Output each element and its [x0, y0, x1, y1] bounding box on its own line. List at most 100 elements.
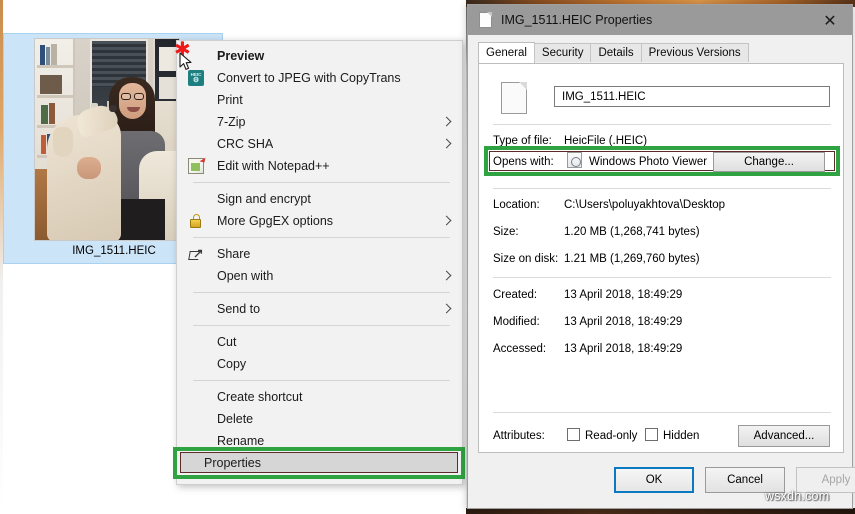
dialog-title-bar[interactable]: IMG_1511.HEIC Properties ✕: [468, 5, 852, 35]
menu-item-print[interactable]: Print: [177, 89, 462, 111]
hidden-label: Hidden: [663, 430, 699, 442]
file-name-value: IMG_1511.HEIC: [562, 91, 646, 103]
menu-item-label: Share: [217, 247, 250, 261]
hidden-checkbox[interactable]: [645, 428, 658, 441]
menu-item-edit-with-notepadpp[interactable]: Edit with Notepad++: [177, 155, 462, 177]
created-value: 13 April 2018, 18:49:29: [564, 289, 682, 301]
menu-item-preview[interactable]: Preview: [177, 45, 462, 67]
menu-item-label: More GpgEX options: [217, 214, 333, 228]
menu-item-label: Send to: [217, 302, 260, 316]
menu-item-sign-and-encrypt[interactable]: Sign and encrypt: [177, 188, 462, 210]
menu-item-label: Sign and encrypt: [217, 192, 311, 206]
photo-glasses-left: [121, 93, 131, 100]
menu-item-label: 7-Zip: [217, 115, 245, 129]
tab-label: Security: [542, 47, 584, 59]
size-label: Size:: [493, 226, 519, 238]
menu-item-label: Cut: [217, 335, 236, 349]
dialog-tab-strip: General Security Details Previous Versio…: [468, 43, 852, 62]
menu-item-7-zip[interactable]: 7-Zip: [177, 111, 462, 133]
location-label: Location:: [493, 199, 540, 211]
advanced-button[interactable]: Advanced...: [738, 425, 830, 447]
menu-item-crc-sha[interactable]: CRC SHA: [177, 133, 462, 155]
menu-item-label: Create shortcut: [217, 390, 302, 404]
readonly-label: Read-only: [585, 430, 637, 442]
menu-item-copy[interactable]: Copy: [177, 353, 462, 375]
menu-item-send-to[interactable]: Send to: [177, 298, 462, 320]
divider: [493, 124, 831, 125]
context-menu: Preview HEIC ⚙ Convert to JPEG with Copy…: [176, 40, 463, 485]
location-value: C:\Users\poluyakhtova\Desktop: [564, 199, 725, 211]
chevron-right-icon: [442, 117, 452, 127]
modified-value: 13 April 2018, 18:49:29: [564, 316, 682, 328]
photo-book-7: [41, 135, 46, 154]
menu-item-delete[interactable]: Delete: [177, 408, 462, 430]
menu-item-label: Open with: [217, 269, 273, 283]
menu-item-label: Rename: [217, 434, 264, 448]
readonly-checkbox[interactable]: [567, 428, 580, 441]
photo-dog-ear: [53, 127, 73, 157]
apply-button-label: Apply: [822, 474, 851, 486]
tab-details[interactable]: Details: [590, 43, 641, 62]
menu-item-label: Convert to JPEG with CopyTrans: [217, 71, 401, 85]
menu-item-share[interactable]: Share: [177, 243, 462, 265]
photo-wall-paper-2: [159, 77, 177, 99]
size-value: 1.20 MB (1,268,741 bytes): [564, 226, 700, 238]
file-icon: [479, 12, 492, 28]
modified-label: Modified:: [493, 316, 540, 328]
size-on-disk-value: 1.21 MB (1,269,760 bytes): [564, 253, 700, 265]
attributes-label: Attributes:: [493, 430, 545, 442]
file-name-field[interactable]: IMG_1511.HEIC: [554, 86, 830, 107]
cancel-button-label: Cancel: [727, 474, 763, 486]
photo-book-3: [51, 44, 57, 65]
watermark-text: wsxdn.com: [765, 489, 829, 503]
photo-book-6: [49, 103, 55, 124]
menu-item-create-shortcut[interactable]: Create shortcut: [177, 386, 462, 408]
photo-shelf-plank-2: [37, 95, 73, 98]
share-icon: [188, 246, 204, 262]
ok-button-label: OK: [646, 474, 663, 486]
copytrans-icon-glyph: ⚙: [193, 77, 199, 84]
menu-item-label: CRC SHA: [217, 137, 273, 151]
notepadpp-icon: [188, 158, 204, 174]
menu-item-convert-to-jpeg-with-copytrans[interactable]: HEIC ⚙ Convert to JPEG with CopyTrans: [177, 67, 462, 89]
screenshot-root: IMG_1511.HEIC Preview HEIC ⚙ Convert to …: [0, 0, 855, 514]
copytrans-icon: HEIC ⚙: [188, 70, 204, 86]
chevron-right-icon: [442, 271, 452, 281]
divider: [493, 412, 831, 413]
file-type-icon: [501, 82, 527, 114]
created-label: Created:: [493, 289, 537, 301]
menu-item-more-gpgex-options[interactable]: More GpgEX options: [177, 210, 462, 232]
file-thumbnail[interactable]: [34, 38, 180, 241]
accessed-label: Accessed:: [493, 343, 546, 355]
tab-general[interactable]: General: [478, 42, 535, 63]
lock-icon: [188, 213, 204, 229]
tab-previous-versions[interactable]: Previous Versions: [641, 43, 749, 62]
chevron-right-icon: [442, 216, 452, 226]
menu-item-cut[interactable]: Cut: [177, 331, 462, 353]
menu-item-open-with[interactable]: Open with: [177, 265, 462, 287]
divider: [493, 188, 831, 189]
menu-item-label: Edit with Notepad++: [217, 159, 330, 173]
tab-label: Previous Versions: [649, 47, 741, 59]
photo-shelf-plank-1: [37, 65, 73, 68]
photo-glasses-right: [134, 93, 144, 100]
photo-woman-face: [119, 83, 146, 119]
photo-book-5: [41, 105, 48, 124]
photo-woman-hand: [77, 157, 101, 179]
photo-book-1: [40, 45, 45, 65]
menu-item-label: Delete: [217, 412, 253, 426]
share-icon-arrow: [194, 247, 203, 256]
dialog-title: IMG_1511.HEIC Properties: [501, 13, 652, 27]
menu-item-label: Copy: [217, 357, 246, 371]
close-icon[interactable]: ✕: [808, 5, 852, 35]
tab-security[interactable]: Security: [534, 43, 592, 62]
lock-body: [190, 219, 201, 228]
advanced-button-label: Advanced...: [754, 430, 815, 442]
chevron-right-icon: [442, 139, 452, 149]
menu-separator: [193, 237, 450, 238]
annotation-highlight-opens-with: [484, 146, 840, 176]
tab-label: General: [486, 47, 527, 59]
ok-button[interactable]: OK: [614, 467, 694, 493]
general-tab-panel: IMG_1511.HEIC Type of file: HeicFile (.H…: [478, 63, 844, 453]
annotation-highlight-properties: [173, 447, 465, 479]
